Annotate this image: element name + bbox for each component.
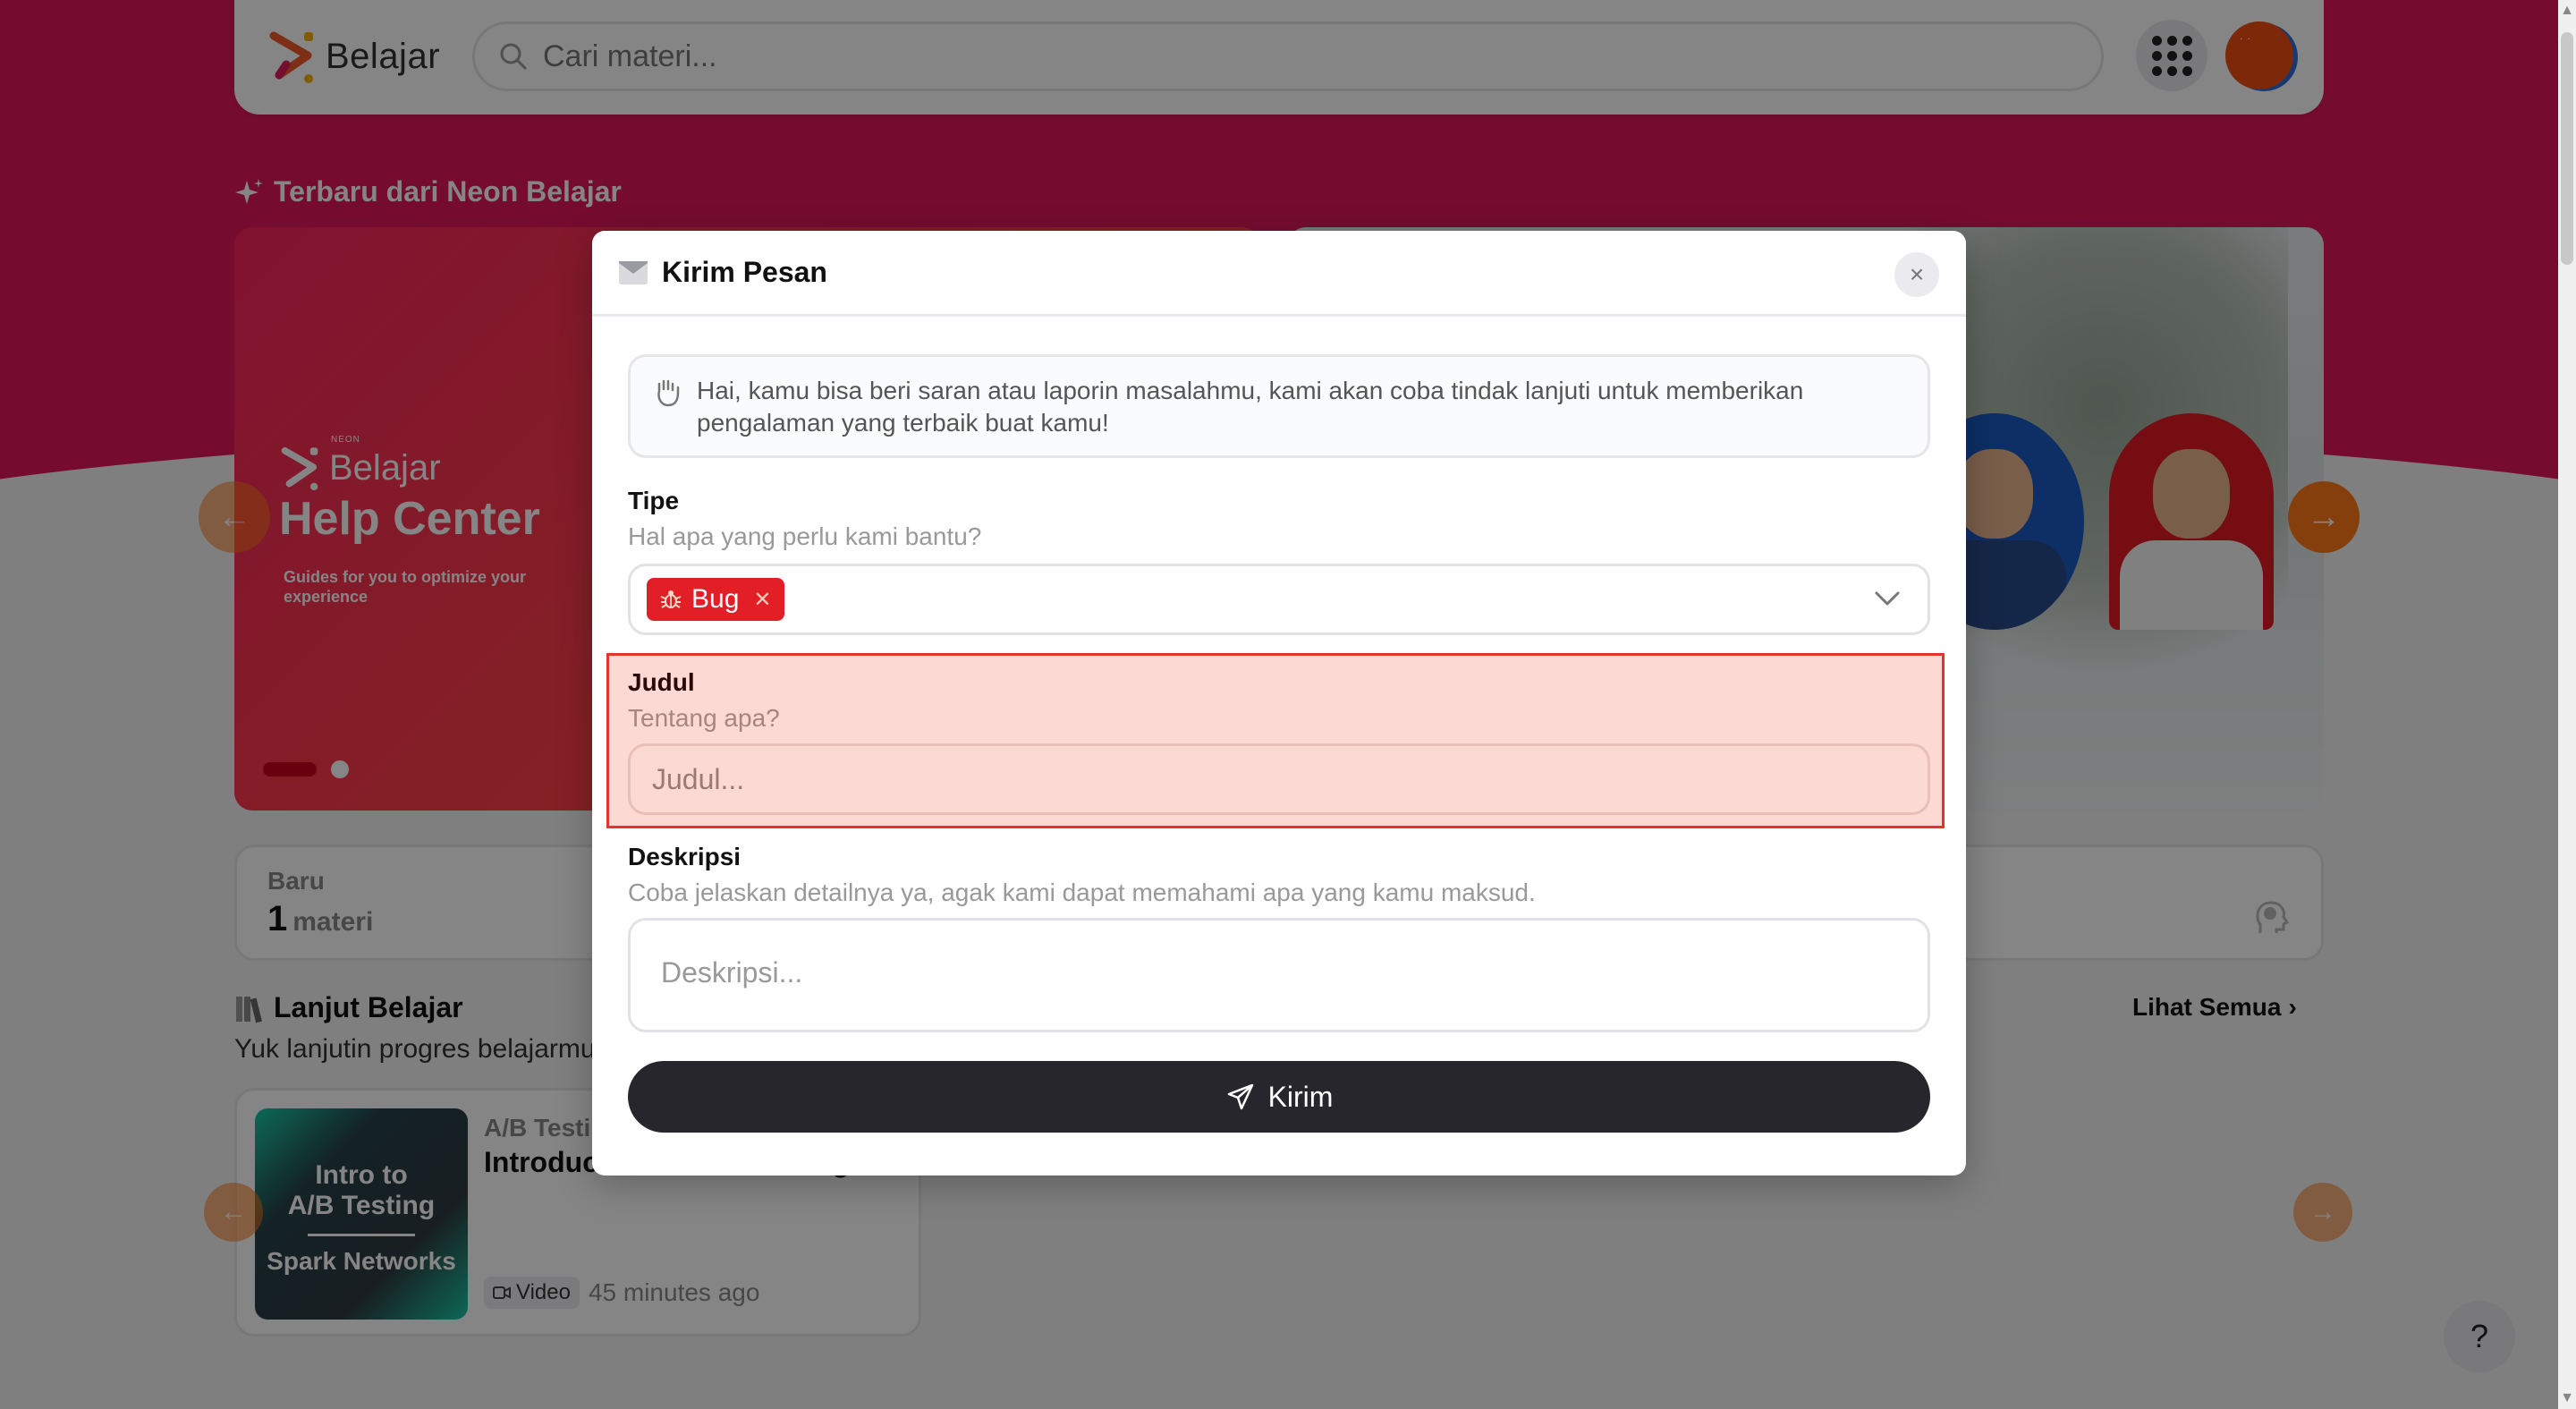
info-text: Hai, kamu bisa beri saran atau laporin m… xyxy=(697,377,1804,437)
modal-header: Kirim Pesan × xyxy=(592,231,1966,317)
selected-type-chip: Bug ✕ xyxy=(647,578,784,621)
title-field-error-block: Judul Tentang apa? xyxy=(606,653,1945,828)
send-icon xyxy=(1227,1083,1253,1110)
title-input[interactable] xyxy=(628,743,1930,815)
envelope-icon xyxy=(619,260,648,284)
waving-hand-icon xyxy=(657,379,680,407)
description-textarea[interactable] xyxy=(628,918,1930,1032)
title-hint: Tentang apa? xyxy=(628,704,780,732)
submit-button[interactable]: Kirim xyxy=(628,1061,1930,1133)
send-message-modal: Kirim Pesan × Hai, kamu bisa beri saran … xyxy=(592,231,1966,1176)
title-label: Judul xyxy=(628,668,695,696)
selected-type-label: Bug xyxy=(691,584,740,614)
chevron-down-icon[interactable] xyxy=(1874,588,1901,609)
scroll-down-arrow-icon[interactable]: ▼ xyxy=(2560,1389,2574,1407)
type-select[interactable]: Bug ✕ xyxy=(628,564,1930,635)
description-hint: Coba jelaskan detailnya ya, agak kami da… xyxy=(628,879,1536,906)
bug-icon xyxy=(660,590,682,608)
page-scrollbar[interactable]: ▲ ▼ xyxy=(2558,0,2576,1409)
close-button[interactable]: × xyxy=(1894,252,1939,297)
info-message: Hai, kamu bisa beri saran atau laporin m… xyxy=(628,354,1930,458)
close-icon: × xyxy=(1909,260,1925,288)
scroll-up-arrow-icon[interactable]: ▲ xyxy=(2560,2,2574,20)
scroll-thumb[interactable] xyxy=(2561,32,2573,265)
description-label: Deskripsi xyxy=(628,843,741,870)
modal-title: Kirim Pesan xyxy=(662,256,827,288)
type-hint: Hal apa yang perlu kami bantu? xyxy=(628,522,982,550)
submit-label: Kirim xyxy=(1267,1080,1334,1113)
type-label: Tipe xyxy=(628,487,680,514)
remove-chip-icon[interactable]: ✕ xyxy=(753,587,771,613)
